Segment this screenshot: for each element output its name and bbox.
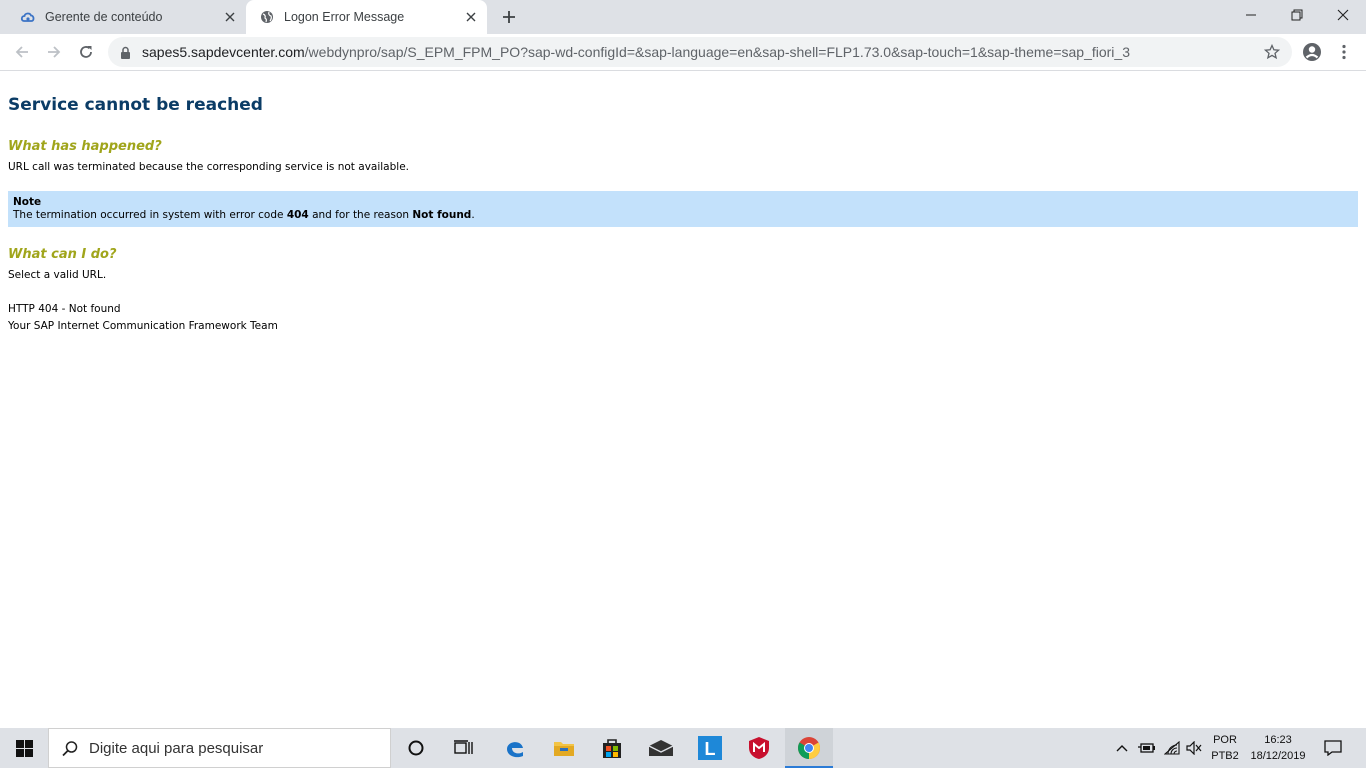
tab-title: Gerente de conteúdo bbox=[45, 10, 163, 24]
cortana-circle-icon bbox=[408, 740, 424, 756]
bookmark-star-icon[interactable] bbox=[1263, 43, 1281, 64]
globe-icon bbox=[259, 9, 275, 25]
battery-tray-button[interactable] bbox=[1137, 728, 1157, 768]
reload-icon bbox=[80, 46, 92, 58]
mail-envelope-icon bbox=[648, 740, 674, 756]
what-can-i-do-heading: What can I do? bbox=[8, 247, 117, 262]
system-clock[interactable]: 16:23 18/12/2019 bbox=[1244, 732, 1312, 764]
profile-button[interactable] bbox=[1300, 40, 1324, 64]
taskbar-file-explorer[interactable] bbox=[540, 728, 588, 768]
l-app-letter: L bbox=[705, 739, 716, 759]
restore-icon bbox=[1291, 9, 1303, 21]
tab-title: Logon Error Message bbox=[284, 10, 405, 24]
language-code: POR bbox=[1213, 734, 1237, 746]
input-language-indicator[interactable]: POR PTB2 bbox=[1208, 732, 1242, 764]
address-bar[interactable]: sapes5.sapdevcenter.com/webdynpro/sap/S_… bbox=[108, 37, 1292, 67]
minimize-icon bbox=[1246, 14, 1256, 16]
restore-button[interactable] bbox=[1274, 0, 1320, 30]
folder-icon bbox=[554, 742, 574, 756]
taskbar-store[interactable] bbox=[588, 728, 636, 768]
note-text-part: The termination occurred in system with … bbox=[13, 209, 287, 221]
l-app-icon: L bbox=[698, 736, 722, 760]
wifi-icon bbox=[1164, 741, 1180, 755]
http-status-text: HTTP 404 - Not found bbox=[8, 303, 121, 315]
forward-button[interactable] bbox=[42, 40, 66, 64]
chrome-icon bbox=[798, 737, 820, 759]
taskbar-mail[interactable] bbox=[637, 728, 685, 768]
chevron-up-icon bbox=[1116, 745, 1128, 752]
windows-logo-icon bbox=[15, 739, 33, 757]
clock-date: 18/12/2019 bbox=[1250, 750, 1306, 762]
page-title: Service cannot be reached bbox=[8, 95, 263, 115]
taskbar-l-app[interactable]: L bbox=[686, 728, 734, 768]
search-icon bbox=[61, 740, 79, 762]
page-content: Service cannot be reached What has happe… bbox=[0, 71, 1366, 728]
menu-button[interactable] bbox=[1332, 40, 1356, 64]
url-text[interactable]: sapes5.sapdevcenter.com/webdynpro/sap/S_… bbox=[142, 37, 1130, 67]
team-signature: Your SAP Internet Communication Framewor… bbox=[8, 320, 278, 332]
note-box: Note The termination occurred in system … bbox=[8, 191, 1358, 227]
back-button[interactable] bbox=[10, 40, 34, 64]
volume-tray-button[interactable] bbox=[1184, 728, 1204, 768]
battery-plug-icon bbox=[1138, 743, 1155, 753]
close-tab-icon[interactable] bbox=[222, 9, 238, 25]
keyboard-layout: PTB2 bbox=[1211, 750, 1239, 762]
clock-time: 16:23 bbox=[1264, 734, 1292, 746]
action-center-button[interactable] bbox=[1318, 728, 1348, 768]
plus-icon bbox=[503, 11, 515, 23]
close-icon bbox=[1337, 9, 1349, 21]
close-tab-icon[interactable] bbox=[463, 9, 479, 25]
arrow-left-icon bbox=[15, 46, 28, 58]
close-window-button[interactable] bbox=[1320, 0, 1366, 30]
network-tray-button[interactable] bbox=[1162, 728, 1182, 768]
tab-gerente-de-conteudo[interactable]: Gerente de conteúdo bbox=[0, 0, 246, 34]
note-text-part: . bbox=[471, 209, 475, 221]
taskbar-edge[interactable] bbox=[491, 728, 539, 768]
url-path: /webdynpro/sap/S_EPM_FPM_PO?sap-wd-confi… bbox=[304, 44, 1130, 60]
kebab-menu-icon bbox=[1342, 44, 1346, 60]
notification-icon bbox=[1324, 740, 1342, 756]
error-reason: Not found bbox=[412, 209, 472, 221]
edge-browser-icon bbox=[507, 742, 523, 758]
what-can-i-do-text: Select a valid URL. bbox=[8, 269, 107, 281]
note-text: The termination occurred in system with … bbox=[13, 209, 1353, 222]
browser-toolbar: sapes5.sapdevcenter.com/webdynpro/sap/S_… bbox=[0, 34, 1366, 71]
minimize-button[interactable] bbox=[1228, 0, 1274, 30]
lock-icon[interactable] bbox=[120, 45, 131, 64]
windows-taskbar: Digite aqui para pesquisar L POR PTB2 16… bbox=[0, 728, 1366, 768]
taskbar-chrome[interactable] bbox=[785, 728, 833, 768]
reload-button[interactable] bbox=[74, 40, 98, 64]
cortana-button[interactable] bbox=[392, 728, 440, 768]
taskbar-mcafee[interactable] bbox=[735, 728, 783, 768]
note-title: Note bbox=[13, 196, 42, 208]
store-bag-icon bbox=[603, 739, 621, 758]
start-button[interactable] bbox=[0, 728, 48, 768]
tab-strip: Gerente de conteúdo Logon Error Message bbox=[0, 0, 1366, 34]
arrow-right-icon bbox=[48, 46, 61, 58]
task-view-icon bbox=[454, 740, 473, 754]
show-hidden-icons-button[interactable] bbox=[1114, 728, 1130, 768]
mcafee-shield-icon bbox=[749, 737, 769, 759]
url-host: sapes5.sapdevcenter.com bbox=[142, 44, 305, 60]
taskbar-search-box[interactable]: Digite aqui para pesquisar bbox=[48, 728, 391, 768]
cloud-icon bbox=[20, 9, 36, 25]
note-text-part: and for the reason bbox=[308, 209, 413, 221]
account-circle-icon bbox=[1303, 43, 1321, 61]
what-happened-text: URL call was terminated because the corr… bbox=[8, 161, 409, 173]
what-happened-heading: What has happened? bbox=[8, 139, 162, 154]
task-view-button[interactable] bbox=[440, 728, 488, 768]
tab-logon-error-message[interactable]: Logon Error Message bbox=[246, 0, 487, 34]
error-code: 404 bbox=[286, 209, 309, 221]
new-tab-button[interactable] bbox=[499, 7, 519, 27]
speaker-muted-icon bbox=[1186, 741, 1202, 755]
search-placeholder: Digite aqui para pesquisar bbox=[89, 740, 264, 757]
